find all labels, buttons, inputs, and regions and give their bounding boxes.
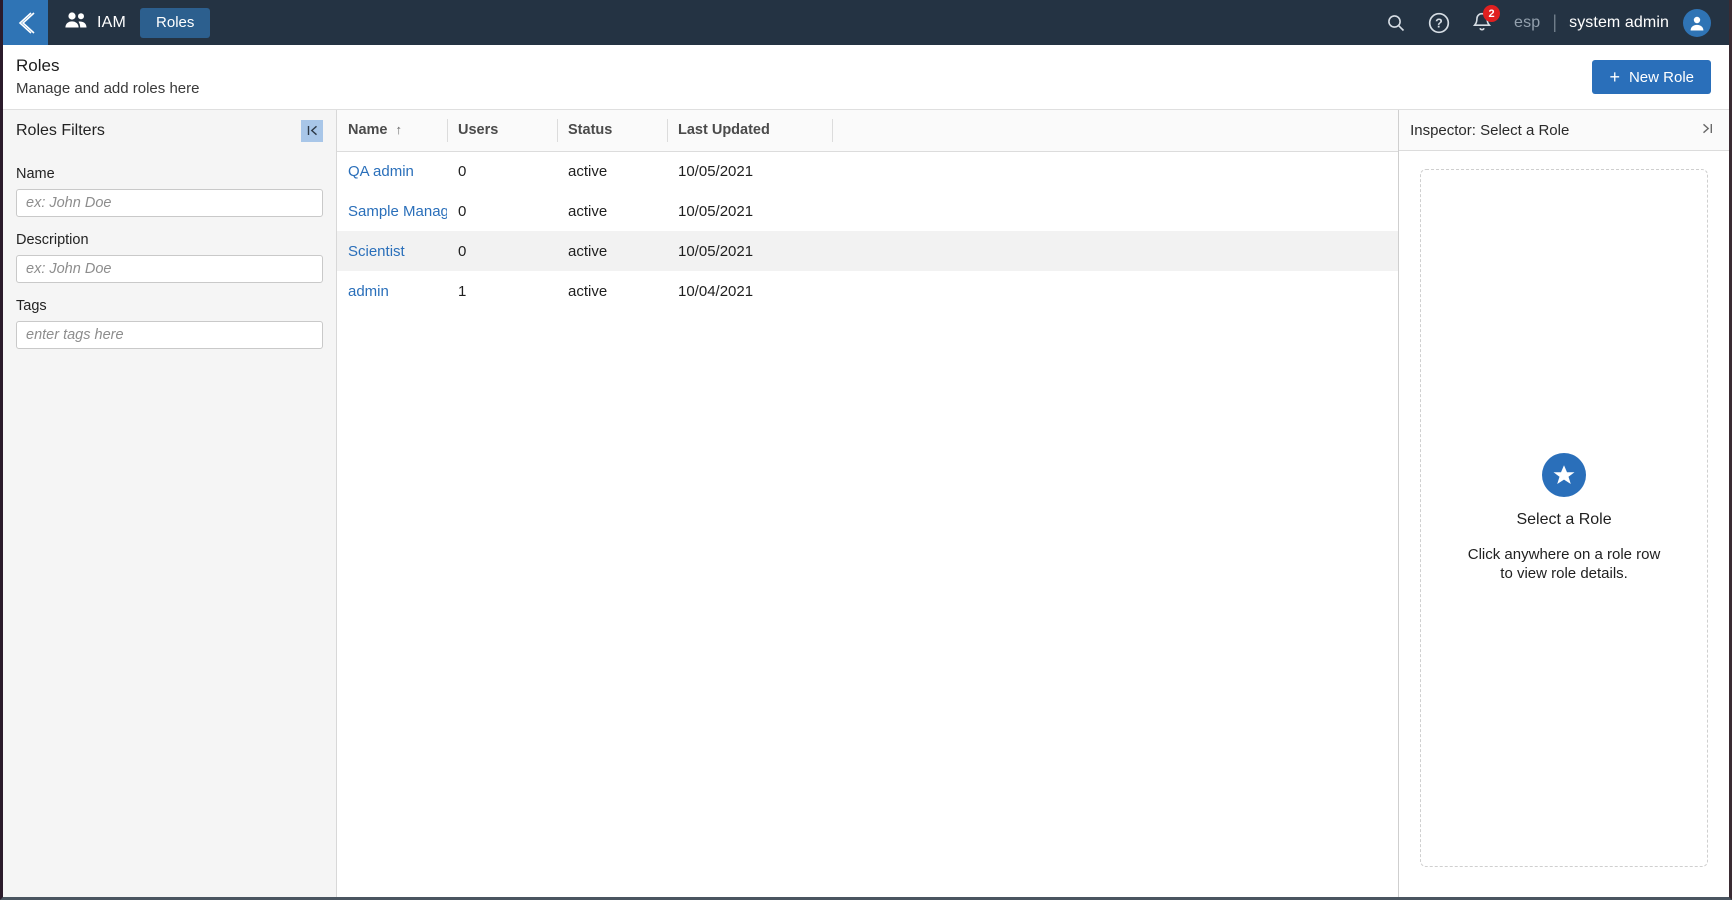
- new-role-button-label: New Role: [1628, 68, 1694, 86]
- filter-label-name: Name: [16, 166, 55, 182]
- cell-role-name: admin: [337, 271, 447, 311]
- cell-role-name: Sample Manager: [337, 191, 447, 231]
- cell-role-name: QA admin: [337, 151, 447, 191]
- expand-right-icon[interactable]: [1698, 120, 1717, 140]
- cell-last-updated: 10/05/2021: [667, 231, 832, 271]
- new-role-button[interactable]: + New Role: [1592, 60, 1711, 94]
- role-name-link[interactable]: admin: [348, 283, 389, 300]
- search-icon[interactable]: [1386, 13, 1406, 33]
- top-navigation-bar: IAM Roles ? 2 esp | system admin: [3, 0, 1729, 45]
- inspector-empty-description: Click anywhere on a role row to view rol…: [1467, 545, 1661, 583]
- bell-icon[interactable]: 2: [1472, 5, 1500, 33]
- role-name-link[interactable]: Sample Manager: [348, 203, 447, 220]
- table-row[interactable]: Scientist 0 active 10/05/2021: [337, 231, 1399, 271]
- table-header-row: Name ↑ Users Status Last Updated: [337, 110, 1399, 152]
- column-header-name[interactable]: Name ↑: [337, 110, 447, 152]
- cell-status: active: [557, 231, 667, 271]
- user-name-label: system admin: [1569, 13, 1669, 31]
- filter-input-name[interactable]: [16, 189, 323, 217]
- inspector-empty-title: Select a Role: [1516, 510, 1612, 528]
- collapse-left-icon[interactable]: [301, 119, 323, 142]
- page-body: Roles Filters Name Description Tags: [3, 110, 1730, 897]
- filter-label-tags: Tags: [16, 298, 47, 314]
- filter-field-tags: Tags: [16, 298, 323, 349]
- application-window: IAM Roles ? 2 esp | system admin Roles M…: [0, 0, 1732, 900]
- table-row[interactable]: Sample Manager 0 active 10/05/2021: [337, 191, 1398, 231]
- user-avatar-icon[interactable]: [1683, 8, 1711, 37]
- top-tabs: Roles: [140, 0, 211, 45]
- cell-users: 1: [458, 282, 467, 300]
- roles-table-container: Name ↑ Users Status Last Updated QA admin…: [337, 110, 1400, 897]
- table-row[interactable]: QA admin 0 active 10/05/2021: [337, 151, 1398, 191]
- filter-field-description: Description: [16, 232, 323, 283]
- cell-role-name: Scientist: [337, 231, 447, 271]
- inspector-header: Inspector: Select a Role: [1399, 110, 1730, 151]
- cell-spacer: [832, 191, 1398, 231]
- tenant-label: esp: [1514, 13, 1541, 31]
- cell-last-updated: 10/04/2021: [678, 282, 754, 300]
- back-button[interactable]: [3, 0, 48, 45]
- inspector-empty-state: Select a Role Click anywhere on a role r…: [1420, 169, 1709, 867]
- notification-badge: 2: [1483, 5, 1500, 22]
- inspector-body: Select a Role Click anywhere on a role r…: [1399, 151, 1729, 897]
- cell-users: 0: [458, 202, 467, 220]
- inspector-panel: Inspector: Select a Role Select a Role C…: [1399, 110, 1730, 897]
- star-icon: [1542, 452, 1587, 497]
- role-name-link[interactable]: QA admin: [348, 163, 414, 180]
- svg-text:?: ?: [1435, 16, 1443, 30]
- roles-filters-title: Roles Filters: [16, 121, 105, 139]
- chevron-left-icon: [15, 11, 37, 35]
- help-circle-icon[interactable]: ?: [1428, 12, 1450, 34]
- page-subtitle: Manage and add roles here: [16, 79, 200, 97]
- filter-input-tags[interactable]: [16, 321, 323, 349]
- roles-filters-panel: Roles Filters Name Description Tags: [3, 110, 337, 897]
- filter-field-name: Name: [16, 166, 323, 217]
- cell-spacer: [832, 231, 1399, 271]
- inspector-title: Inspector: Select a Role: [1410, 121, 1570, 139]
- tab-roles[interactable]: Roles: [140, 7, 211, 38]
- cell-last-updated: 10/05/2021: [678, 202, 754, 220]
- cell-users: 0: [458, 162, 467, 180]
- column-header-users[interactable]: Users: [447, 110, 557, 152]
- filter-label-description: Description: [16, 232, 89, 248]
- column-header-spacer: [832, 110, 1399, 152]
- page-title: Roles: [16, 56, 60, 76]
- column-header-status[interactable]: Status: [557, 110, 667, 152]
- cell-last-updated: 10/05/2021: [678, 162, 754, 180]
- roles-table-body: QA admin 0 active 10/05/2021 Sample Mana…: [337, 151, 1399, 311]
- topbar-divider: |: [1552, 12, 1558, 32]
- page-header: Roles Manage and add roles here + New Ro…: [3, 45, 1729, 110]
- roles-filters-header: Roles Filters: [16, 110, 323, 151]
- cell-spacer: [832, 151, 1398, 191]
- plus-icon: +: [1609, 67, 1620, 87]
- roles-table-head: Name ↑ Users Status Last Updated: [337, 110, 1399, 152]
- column-header-name-label: Name: [348, 122, 388, 139]
- cell-spacer: [832, 271, 1398, 311]
- topbar-actions: ? 2 esp | system admin: [1386, 0, 1729, 45]
- column-header-last-updated[interactable]: Last Updated: [667, 110, 832, 152]
- role-name-link[interactable]: Scientist: [348, 243, 405, 260]
- page-header-text: Roles Manage and add roles here: [16, 55, 1592, 99]
- cell-status: active: [568, 162, 608, 180]
- sort-ascending-icon: ↑: [395, 122, 403, 138]
- cell-status: active: [568, 202, 608, 220]
- roles-table: Name ↑ Users Status Last Updated QA admin…: [337, 110, 1399, 311]
- filter-input-description[interactable]: [16, 255, 323, 283]
- brand-area: IAM: [48, 0, 140, 45]
- table-row[interactable]: admin 1 active 10/04/2021: [337, 271, 1398, 311]
- cell-users: 0: [447, 231, 557, 271]
- people-icon: [64, 11, 88, 34]
- brand-label: IAM: [97, 13, 127, 31]
- cell-status: active: [568, 282, 608, 300]
